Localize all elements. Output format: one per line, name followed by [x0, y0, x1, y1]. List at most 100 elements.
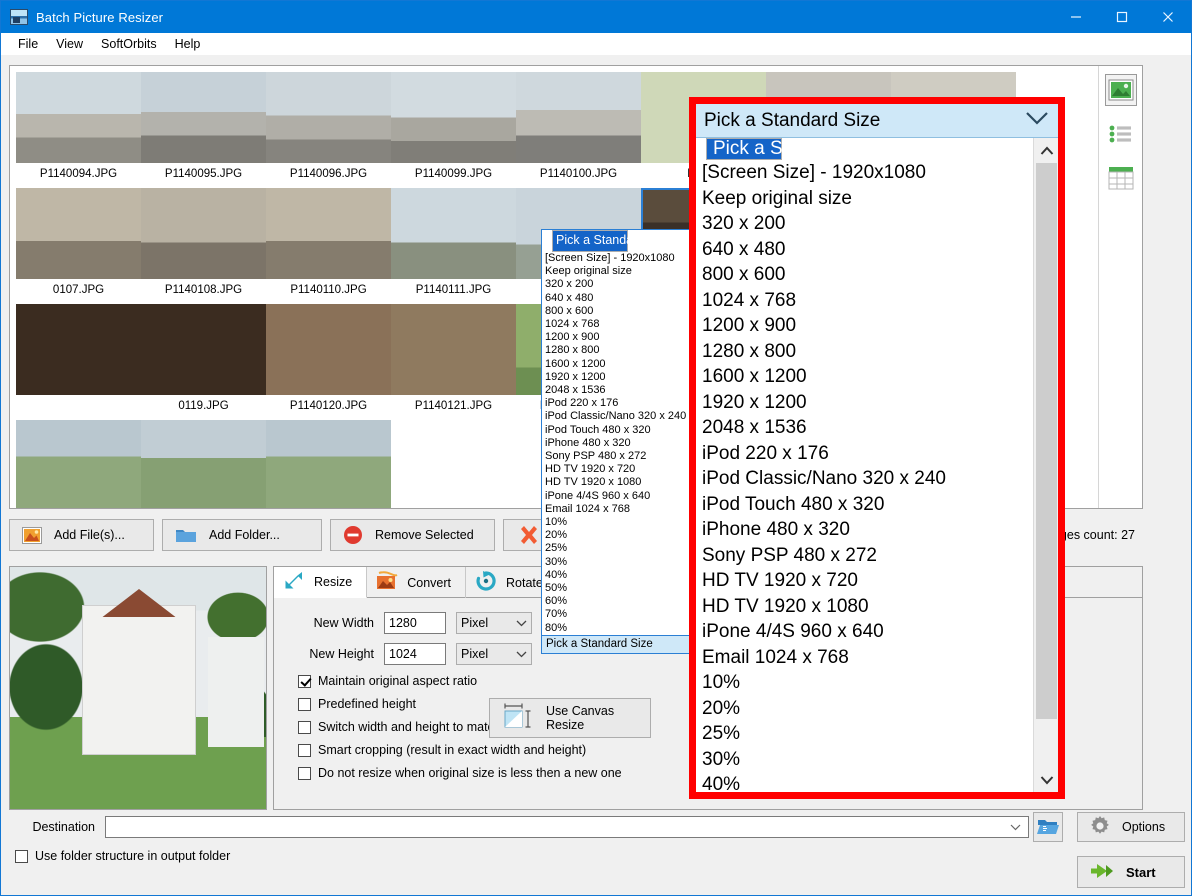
- add-files-button[interactable]: Add File(s)...: [9, 519, 154, 551]
- size-option-magnified[interactable]: 20%: [696, 696, 1032, 722]
- thumbnail-item[interactable]: P1140110.JPG: [266, 188, 391, 296]
- thumbnail-item[interactable]: P1140120.JPG: [266, 304, 391, 412]
- size-option[interactable]: HD TV 1920 x 720: [542, 463, 697, 476]
- new-height-input[interactable]: [384, 643, 446, 665]
- thumbnail-view-button[interactable]: [1105, 74, 1137, 106]
- size-dropdown-list[interactable]: Pick a Standard Size[Screen Size] - 1920…: [696, 138, 1058, 792]
- size-option-magnified[interactable]: 1280 x 800: [696, 339, 1032, 365]
- thumbnail-item[interactable]: P1140108.JPG: [141, 188, 266, 296]
- size-dropdown-background-items[interactable]: Pick a Standard Size[Screen Size] - 1920…: [542, 230, 697, 635]
- thumbnail-item[interactable]: [16, 420, 141, 508]
- thumbnail-item[interactable]: P1140096.JPG: [266, 72, 391, 180]
- thumbnail-item[interactable]: 0107.JPG: [16, 188, 141, 296]
- menu-file[interactable]: File: [9, 35, 47, 53]
- size-option-magnified[interactable]: 1600 x 1200: [696, 364, 1032, 390]
- size-option[interactable]: 40%: [542, 569, 697, 582]
- size-option[interactable]: 1920 x 1200: [542, 371, 697, 384]
- details-view-button[interactable]: [1105, 162, 1137, 194]
- size-option[interactable]: Sony PSP 480 x 272: [542, 450, 697, 463]
- size-option-magnified[interactable]: Pick a Standard Size: [706, 138, 782, 160]
- image-preview[interactable]: [9, 566, 267, 810]
- size-option[interactable]: iPhone 480 x 320: [542, 437, 697, 450]
- size-option-magnified[interactable]: 10%: [696, 670, 1032, 696]
- thumbnail-item[interactable]: [16, 304, 141, 412]
- start-button[interactable]: Start: [1077, 856, 1185, 888]
- size-option-magnified[interactable]: HD TV 1920 x 1080: [696, 594, 1032, 620]
- maximize-button[interactable]: [1099, 1, 1145, 33]
- size-option-magnified[interactable]: 800 x 600: [696, 262, 1032, 288]
- size-option-magnified[interactable]: Sony PSP 480 x 272: [696, 543, 1032, 569]
- size-dropdown-background-footer[interactable]: Pick a Standard Size: [542, 635, 697, 653]
- size-option[interactable]: 30%: [542, 556, 697, 569]
- size-option-magnified[interactable]: iPod Classic/Nano 320 x 240: [696, 466, 1032, 492]
- size-option-magnified[interactable]: 1920 x 1200: [696, 390, 1032, 416]
- size-option-magnified[interactable]: Email 1024 x 768: [696, 645, 1032, 671]
- scrollbar-thumb[interactable]: [1036, 163, 1057, 719]
- size-option[interactable]: 640 x 480: [542, 292, 697, 305]
- size-option-magnified[interactable]: [Screen Size] - 1920x1080: [696, 160, 1032, 186]
- new-width-input[interactable]: [384, 612, 446, 634]
- new-width-unit-select[interactable]: Pixel: [456, 612, 532, 634]
- size-option[interactable]: 20%: [542, 529, 697, 542]
- size-option-magnified[interactable]: 40%: [696, 772, 1032, 792]
- thumbnail-item[interactable]: P1140099.JPG: [391, 72, 516, 180]
- size-dropdown-scrollbar[interactable]: [1033, 138, 1058, 792]
- size-option[interactable]: iPone 4/4S 960 x 640: [542, 490, 697, 503]
- thumbnail-item[interactable]: P1140111.JPG: [391, 188, 516, 296]
- size-option[interactable]: 1024 x 768: [542, 318, 697, 331]
- size-option[interactable]: 80%: [542, 622, 697, 635]
- use-canvas-resize-button[interactable]: Use Canvas Resize: [489, 698, 651, 738]
- browse-destination-button[interactable]: [1033, 812, 1063, 842]
- size-option-magnified[interactable]: 25%: [696, 721, 1032, 747]
- chevron-down-icon[interactable]: [1006, 824, 1024, 831]
- minimize-button[interactable]: [1053, 1, 1099, 33]
- size-dropdown-combobox[interactable]: Pick a Standard Size: [696, 104, 1058, 138]
- thumbnail-item[interactable]: P1140094.JPG: [16, 72, 141, 180]
- thumbnail-item[interactable]: P1140100.JPG: [516, 72, 641, 180]
- size-option[interactable]: 50%: [542, 582, 697, 595]
- size-option-magnified[interactable]: 1200 x 900: [696, 313, 1032, 339]
- scroll-up-arrow-icon[interactable]: [1034, 138, 1058, 163]
- size-option[interactable]: 1600 x 1200: [542, 358, 697, 371]
- menu-softorbits[interactable]: SoftOrbits: [92, 35, 166, 53]
- thumbnail-item[interactable]: P1140095.JPG: [141, 72, 266, 180]
- remove-selected-button[interactable]: Remove Selected: [330, 519, 495, 551]
- scroll-down-arrow-icon[interactable]: [1034, 767, 1058, 792]
- size-option-magnified[interactable]: Keep original size: [696, 186, 1032, 212]
- close-button[interactable]: [1145, 1, 1191, 33]
- size-option[interactable]: 2048 x 1536: [542, 384, 697, 397]
- size-option[interactable]: 10%: [542, 516, 697, 529]
- options-button[interactable]: Options: [1077, 812, 1185, 842]
- size-dropdown-options[interactable]: Pick a Standard Size[Screen Size] - 1920…: [696, 138, 1058, 792]
- size-option[interactable]: iPod Classic/Nano 320 x 240: [542, 410, 697, 423]
- destination-input[interactable]: [105, 816, 1029, 838]
- size-option[interactable]: 1280 x 800: [542, 344, 697, 357]
- size-option-magnified[interactable]: 320 x 200: [696, 211, 1032, 237]
- new-height-unit-select[interactable]: Pixel: [456, 643, 532, 665]
- thumbnail-item[interactable]: 0153.JPG: [266, 420, 391, 508]
- thumbnail-item[interactable]: 0119.JPG: [141, 304, 266, 412]
- size-option-magnified[interactable]: iPod Touch 480 x 320: [696, 492, 1032, 518]
- use-folder-structure-checkbox[interactable]: Use folder structure in output folder: [15, 849, 230, 863]
- tab-resize[interactable]: Resize: [274, 567, 367, 598]
- size-option-magnified[interactable]: iPhone 480 x 320: [696, 517, 1032, 543]
- menu-view[interactable]: View: [47, 35, 92, 53]
- size-option-magnified[interactable]: 1024 x 768: [696, 288, 1032, 314]
- size-option[interactable]: Keep original size: [542, 265, 697, 278]
- size-option[interactable]: 800 x 600: [542, 305, 697, 318]
- size-option[interactable]: iPod Touch 480 x 320: [542, 424, 697, 437]
- thumbnail-item[interactable]: P1140121.JPG: [391, 304, 516, 412]
- add-folder-button[interactable]: Add Folder...: [162, 519, 322, 551]
- size-option[interactable]: [Screen Size] - 1920x1080: [542, 252, 697, 265]
- size-option-magnified[interactable]: 640 x 480: [696, 237, 1032, 263]
- size-option[interactable]: 60%: [542, 595, 697, 608]
- size-option[interactable]: 1200 x 900: [542, 331, 697, 344]
- size-option-magnified[interactable]: iPod 220 x 176: [696, 441, 1032, 467]
- size-option-magnified[interactable]: iPone 4/4S 960 x 640: [696, 619, 1032, 645]
- size-option[interactable]: HD TV 1920 x 1080: [542, 476, 697, 489]
- size-option[interactable]: Email 1024 x 768: [542, 503, 697, 516]
- menu-help[interactable]: Help: [166, 35, 210, 53]
- size-option[interactable]: iPod 220 x 176: [542, 397, 697, 410]
- size-option-magnified[interactable]: 2048 x 1536: [696, 415, 1032, 441]
- size-option[interactable]: 25%: [542, 542, 697, 555]
